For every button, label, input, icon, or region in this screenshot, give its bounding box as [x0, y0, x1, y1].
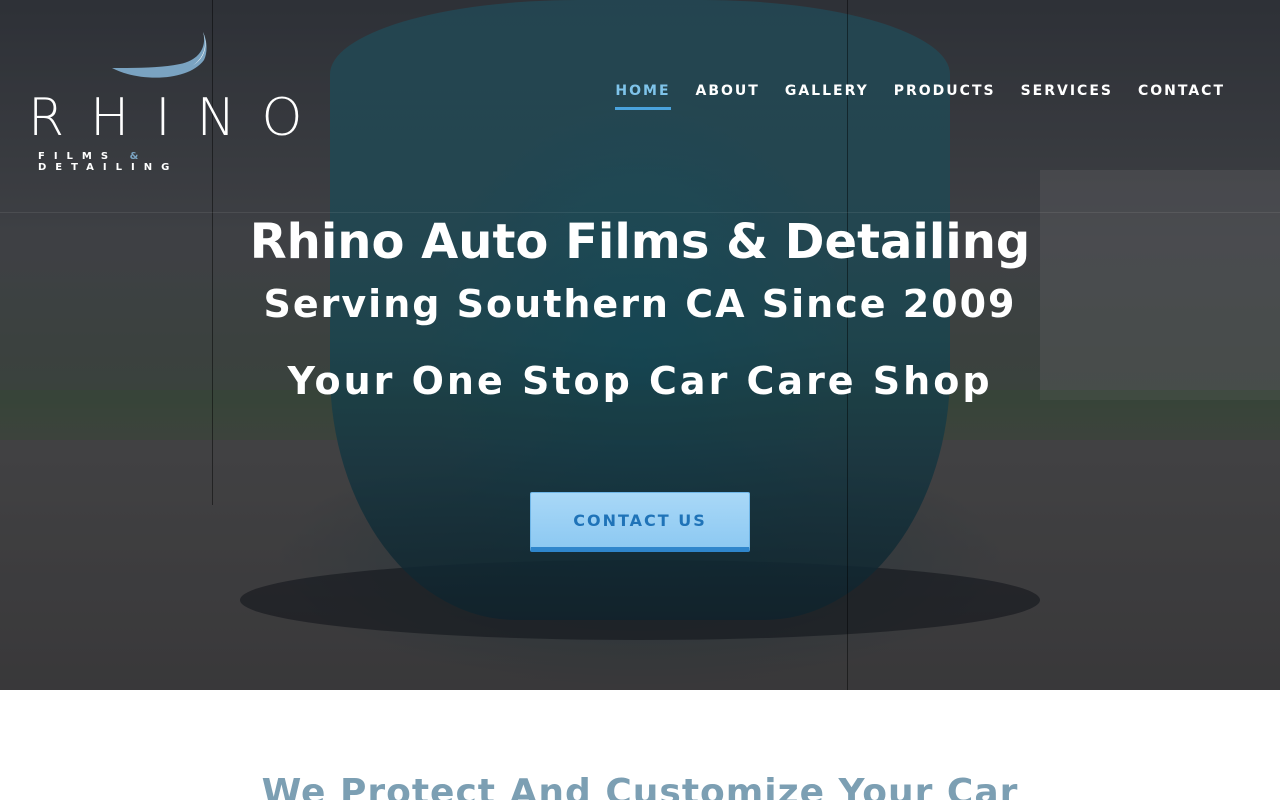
nav-about-link[interactable]: ABOUT	[696, 83, 760, 110]
hero-tagline: Your One Stop Car Care Shop	[287, 359, 993, 403]
main-nav: HOME ABOUT GALLERY PRODUCTS SERVICES CON…	[615, 83, 1225, 110]
nav-home-link[interactable]: HOME	[615, 83, 671, 110]
contact-us-button[interactable]: CONTACT US	[530, 492, 750, 552]
hero-title: Rhino Auto Films & Detailing	[249, 214, 1031, 270]
logo-tagline-detailing: DETAILING	[38, 162, 179, 173]
logo-tagline-amp: &	[129, 151, 148, 162]
hero-subtitle: Serving Southern CA Since 2009	[263, 282, 1017, 326]
nav-services-link[interactable]: SERVICES	[1021, 83, 1113, 110]
logo-horn-icon	[112, 32, 207, 78]
nav-products-link[interactable]: PRODUCTS	[894, 83, 996, 110]
section-heading: We Protect And Customize Your Car	[261, 772, 1019, 800]
logo-wordmark: RHINO	[28, 88, 329, 148]
hero-section: RHINO FILMS & DETAILING HOME ABOUT GALLE…	[0, 0, 1280, 690]
logo-tagline: FILMS & DETAILING	[38, 151, 293, 173]
logo-tagline-films: FILMS	[38, 151, 118, 162]
site-logo[interactable]: RHINO FILMS & DETAILING	[28, 30, 302, 173]
nav-gallery-link[interactable]: GALLERY	[785, 83, 869, 110]
hero-text: Rhino Auto Films & Detailing Serving Sou…	[0, 210, 1280, 406]
nav-contact-link[interactable]: CONTACT	[1138, 83, 1225, 110]
